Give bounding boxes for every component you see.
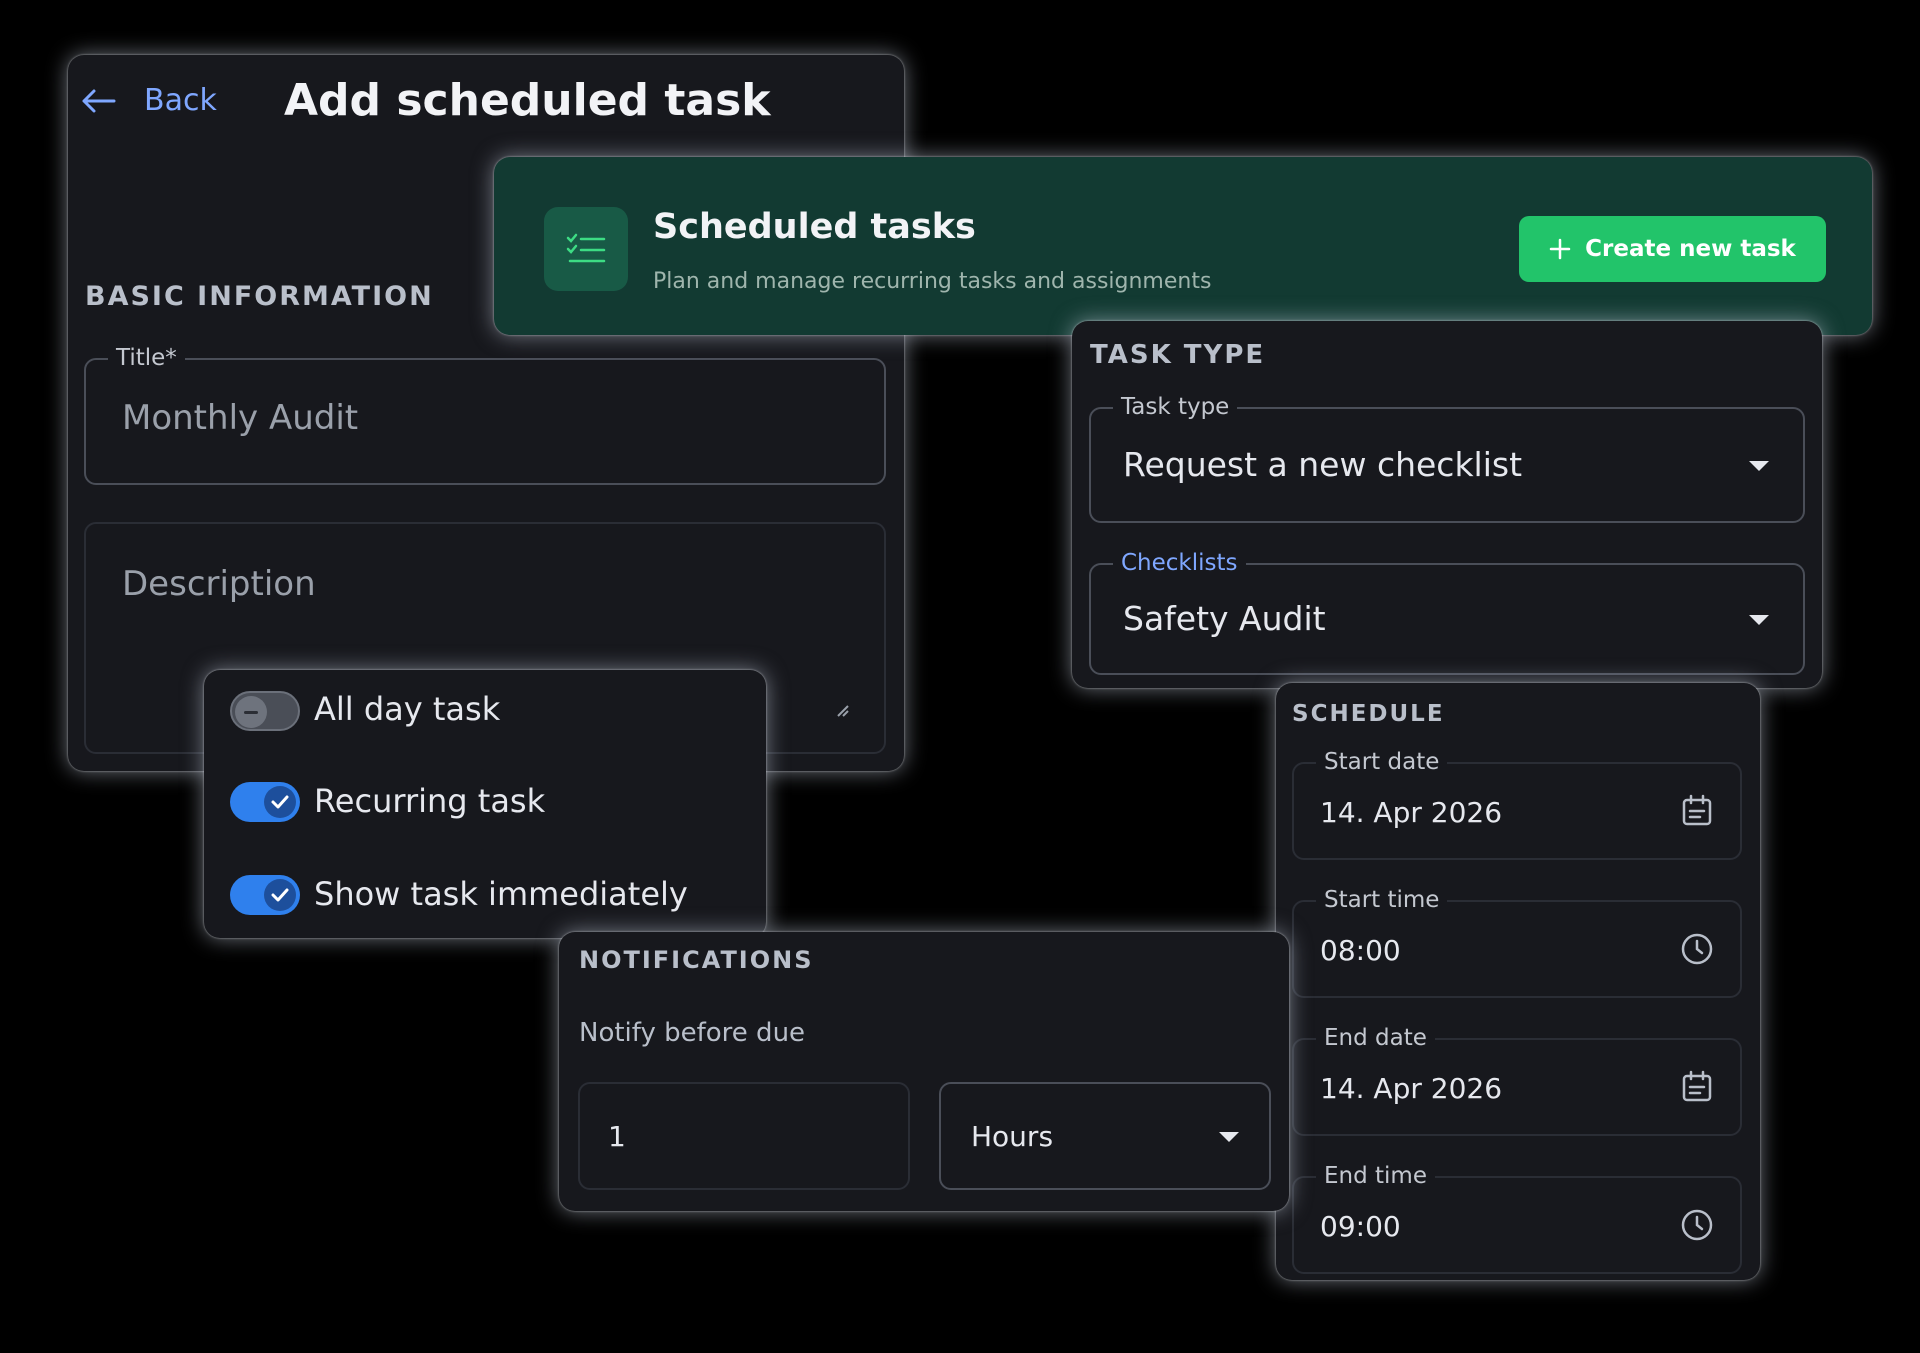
end-date-field[interactable]: End date 14. Apr 2026 [1292, 1024, 1742, 1136]
start-time-field[interactable]: Start time 08:00 [1292, 886, 1742, 998]
show-immediately-label: Show task immediately [314, 875, 688, 913]
create-new-task-button[interactable]: Create new task [1519, 216, 1826, 282]
all-day-toggle[interactable] [230, 691, 300, 731]
back-button[interactable]: Back [80, 83, 217, 118]
chevron-down-icon [1749, 615, 1769, 625]
plus-icon [1549, 238, 1571, 260]
notify-before-due-label: Notify before due [579, 1018, 806, 1048]
notify-unit-select[interactable]: Hours [939, 1082, 1271, 1190]
title-field[interactable]: Title* Monthly Audit [84, 344, 886, 485]
basic-info-heading: BASIC INFORMATION [85, 281, 434, 312]
checklists-label: Checklists [1113, 549, 1246, 577]
task-type-heading: TASK TYPE [1090, 340, 1266, 370]
description-placeholder: Description [122, 564, 316, 604]
checklist-icon [544, 207, 628, 291]
notifications-heading: NOTIFICATIONS [579, 946, 814, 974]
clock-icon[interactable] [1680, 932, 1714, 966]
check-icon [271, 795, 289, 809]
back-label: Back [144, 83, 217, 118]
calendar-icon[interactable] [1680, 794, 1714, 828]
chevron-down-icon [1749, 461, 1769, 471]
task-type-label: Task type [1113, 393, 1238, 421]
end-date-label: End date [1316, 1024, 1435, 1052]
start-time-value: 08:00 [1320, 934, 1401, 967]
start-date-label: Start date [1316, 748, 1448, 776]
task-options-panel: All day task Recurring task Show task im… [204, 670, 766, 938]
notify-amount-value: 1 [608, 1120, 626, 1153]
arrow-left-icon [82, 89, 116, 112]
show-immediately-toggle[interactable] [230, 875, 300, 915]
start-date-value: 14. Apr 2026 [1320, 796, 1503, 829]
end-time-value: 09:00 [1320, 1210, 1401, 1243]
calendar-icon[interactable] [1680, 1070, 1714, 1104]
chevron-down-icon [1219, 1132, 1239, 1142]
end-time-field[interactable]: End time 09:00 [1292, 1162, 1742, 1274]
create-new-task-label: Create new task [1585, 236, 1796, 262]
checklists-select[interactable]: Checklists Safety Audit [1089, 549, 1805, 675]
checklists-value: Safety Audit [1123, 599, 1326, 638]
task-type-value: Request a new checklist [1123, 445, 1523, 484]
notifications-panel: NOTIFICATIONS Notify before due 1 Hours [559, 932, 1289, 1211]
notify-amount-input[interactable]: 1 [578, 1082, 910, 1190]
schedule-panel: SCHEDULE Start date 14. Apr 2026 Start t… [1276, 683, 1760, 1280]
page-title: Add scheduled task [284, 75, 771, 126]
all-day-label: All day task [314, 690, 501, 728]
task-type-panel: TASK TYPE Task type Request a new checkl… [1072, 321, 1822, 688]
clock-icon[interactable] [1680, 1208, 1714, 1242]
start-date-field[interactable]: Start date 14. Apr 2026 [1292, 748, 1742, 860]
end-date-value: 14. Apr 2026 [1320, 1072, 1503, 1105]
header-subtitle: Plan and manage recurring tasks and assi… [653, 269, 1212, 294]
start-time-label: Start time [1316, 886, 1448, 914]
end-time-label: End time [1316, 1162, 1435, 1190]
notify-unit-value: Hours [971, 1120, 1054, 1153]
schedule-heading: SCHEDULE [1292, 701, 1445, 727]
check-icon [271, 888, 289, 902]
title-label: Title* [108, 344, 185, 372]
resize-handle-icon[interactable] [836, 704, 850, 718]
header-title: Scheduled tasks [653, 207, 976, 247]
title-value: Monthly Audit [122, 398, 359, 438]
recurring-label: Recurring task [314, 782, 546, 820]
recurring-toggle[interactable] [230, 782, 300, 822]
task-type-select[interactable]: Task type Request a new checklist [1089, 393, 1805, 523]
